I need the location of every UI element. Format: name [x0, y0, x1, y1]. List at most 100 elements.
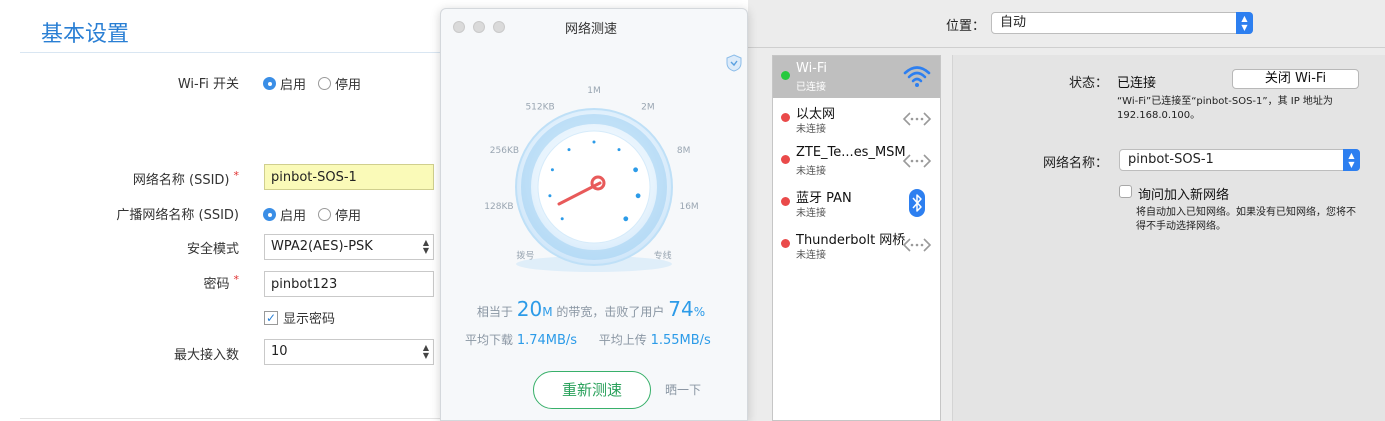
- title-divider: [20, 52, 460, 53]
- password-input[interactable]: [264, 271, 434, 297]
- status-description: “Wi-Fi”已连接至“pinbot-SOS-1”，其 IP 地址为 192.1…: [1117, 96, 1333, 121]
- gauge-tick-dot: [633, 167, 638, 173]
- broadcast-on-label: 启用: [280, 209, 307, 224]
- ethernet-icon: [902, 238, 932, 252]
- network-name-value: pinbot-SOS-1: [1128, 152, 1214, 167]
- speed-gauge: 拨号 128KB 256KB 512KB 1M 2M 8M 16M 专线: [484, 86, 699, 272]
- security-mode-value: WPA2(AES)-PSK: [271, 239, 373, 254]
- gauge-scale-label: 128KB: [484, 202, 513, 212]
- gauge-tick-dot: [550, 168, 554, 172]
- retest-button[interactable]: 重新测速: [533, 371, 651, 409]
- ask-join-description: 将自动加入已知网络。如果没有已知网络，您将不 得不手动选择网络。: [1136, 207, 1356, 232]
- bottom-divider: [20, 418, 460, 419]
- broadcast-off-radio[interactable]: [318, 208, 332, 221]
- wifi-switch-label: Wi-Fi 开关: [177, 77, 239, 92]
- status-dot: [781, 197, 790, 206]
- gauge-tick-dot: [560, 217, 564, 221]
- gauge-scale-label: 拨号: [516, 250, 534, 262]
- beat-percent-value: 74: [668, 297, 694, 321]
- router-settings-panel: 基本设置 Wi-Fi 开关 启用 停用 网络名称 (SSID)* 广播网络名称 …: [0, 0, 460, 421]
- gauge-scale-label: 256KB: [490, 146, 519, 156]
- network-preferences-window: 位置： 自动 ▲ ▼ Wi-Fi 已连接 以太网 未连接 ZTE_Te...es…: [748, 0, 1385, 421]
- ethernet-icon: [902, 154, 932, 168]
- gauge-scale-label: 1M: [587, 86, 601, 96]
- service-name: ZTE_Te...es_MSM: [796, 145, 906, 160]
- network-name-select[interactable]: pinbot-SOS-1 ▲ ▼: [1119, 149, 1360, 171]
- gauge-tick-dot: [592, 140, 596, 144]
- page-title: 基本设置: [41, 22, 130, 47]
- service-item-thunderbolt[interactable]: Thunderbolt 网桥 未连接: [773, 224, 940, 266]
- wifi-off-label: 停用: [335, 78, 362, 93]
- gauge-scale-label: 8M: [677, 146, 691, 156]
- ask-join-checkbox[interactable]: [1119, 185, 1132, 198]
- service-status: 未连接: [796, 124, 826, 135]
- wifi-off-radio[interactable]: [318, 77, 332, 90]
- ssid-input[interactable]: [264, 164, 434, 190]
- broadcast-radios: 启用 停用: [263, 205, 361, 224]
- network-name-label: 网络名称：: [1043, 156, 1109, 171]
- stepper-icon: ▲ ▼: [1343, 149, 1360, 171]
- location-value: 自动: [1000, 15, 1027, 30]
- gauge-tick-dot: [617, 148, 621, 152]
- wifi-on-radio[interactable]: [263, 77, 276, 90]
- gauge-scale-label: 16M: [679, 202, 698, 212]
- service-status: 已连接: [796, 82, 826, 93]
- service-item-ethernet[interactable]: 以太网 未连接: [773, 98, 940, 140]
- security-mode-label: 安全模式: [186, 242, 239, 257]
- show-password-label: 显示密码: [283, 312, 336, 327]
- required-mark: *: [233, 273, 240, 286]
- toolbar-divider: [748, 47, 1385, 48]
- service-item-bluetooth-pan[interactable]: 蓝牙 PAN 未连接: [773, 182, 940, 224]
- gauge-scale-label: 专线: [654, 250, 672, 262]
- gauge-scale-label: 512KB: [525, 102, 554, 112]
- status-dot: [781, 113, 790, 122]
- status-dot: [781, 71, 790, 80]
- max-clients-value: 10: [271, 344, 288, 359]
- wifi-on-label: 启用: [280, 78, 307, 93]
- upload-speed: 1.55MB/s: [650, 333, 711, 348]
- broadcast-on-radio[interactable]: [263, 208, 276, 221]
- select-arrows-icon: ▲ ▼: [422, 343, 429, 360]
- turn-off-wifi-button[interactable]: 关闭 Wi-Fi: [1232, 69, 1359, 89]
- broadcast-ssid-label: 广播网络名称 (SSID): [116, 208, 239, 223]
- ethernet-icon: [902, 112, 932, 126]
- password-label: 密码 *: [203, 273, 239, 292]
- location-select[interactable]: 自动 ▲ ▼: [991, 12, 1253, 34]
- status-dot: [781, 155, 790, 164]
- speed-summary: 相当于 20M 的带宽，击败了用户 74%: [476, 297, 706, 321]
- gauge-tick-dot: [623, 216, 629, 222]
- window-title: 网络测速: [564, 22, 617, 37]
- max-clients-label: 最大接入数: [173, 348, 239, 363]
- required-mark: *: [233, 169, 240, 182]
- speed-test-window: 网络测速 拨号 128KB 256KB 512KB 1M 2M 8M 16M 专线 相当于 20…: [440, 8, 748, 421]
- service-name: Wi-Fi: [796, 61, 828, 76]
- wifi-icon: [903, 66, 931, 87]
- bandwidth-value: 20: [516, 297, 543, 321]
- security-mode-select[interactable]: WPA2(AES)-PSK ▲ ▼: [264, 234, 434, 260]
- service-status: 未连接: [796, 208, 826, 219]
- show-password-row: ✓ 显示密码: [264, 308, 335, 327]
- service-item-zte[interactable]: ZTE_Te...es_MSM 未连接: [773, 140, 940, 182]
- share-link[interactable]: 晒一下: [665, 381, 701, 398]
- ssid-label: 网络名称 (SSID) *: [132, 169, 240, 188]
- broadcast-off-label: 停用: [335, 209, 362, 224]
- show-password-checkbox[interactable]: ✓: [264, 310, 278, 325]
- bluetooth-icon: [909, 189, 925, 217]
- ask-join-label: 询问加入新网络: [1138, 188, 1230, 203]
- gauge-tick-dot: [567, 148, 571, 152]
- gauge-tick-dot: [635, 193, 641, 199]
- gauge-tick-dot: [548, 194, 552, 198]
- select-arrows-icon: ▲ ▼: [422, 238, 429, 255]
- speed-details: 平均下载 1.74MB/s 平均上传 1.55MB/s: [465, 333, 711, 348]
- status-value: 已连接: [1117, 76, 1157, 91]
- service-detail-pane: 状态： 已连接 关闭 Wi-Fi “Wi-Fi”已连接至“pinbot-SOS-…: [952, 55, 1385, 421]
- status-label: 状态：: [1069, 76, 1109, 91]
- shield-icon[interactable]: [724, 53, 744, 73]
- stepper-icon: ▲ ▼: [1236, 12, 1253, 34]
- wifi-switch-radios: 启用 停用: [263, 74, 361, 93]
- service-item-wifi[interactable]: Wi-Fi 已连接: [773, 56, 940, 98]
- service-status: 未连接: [796, 250, 826, 261]
- max-clients-select[interactable]: 10 ▲ ▼: [264, 339, 434, 365]
- gauge-scale-label: 2M: [641, 102, 655, 112]
- download-speed: 1.74MB/s: [516, 333, 578, 348]
